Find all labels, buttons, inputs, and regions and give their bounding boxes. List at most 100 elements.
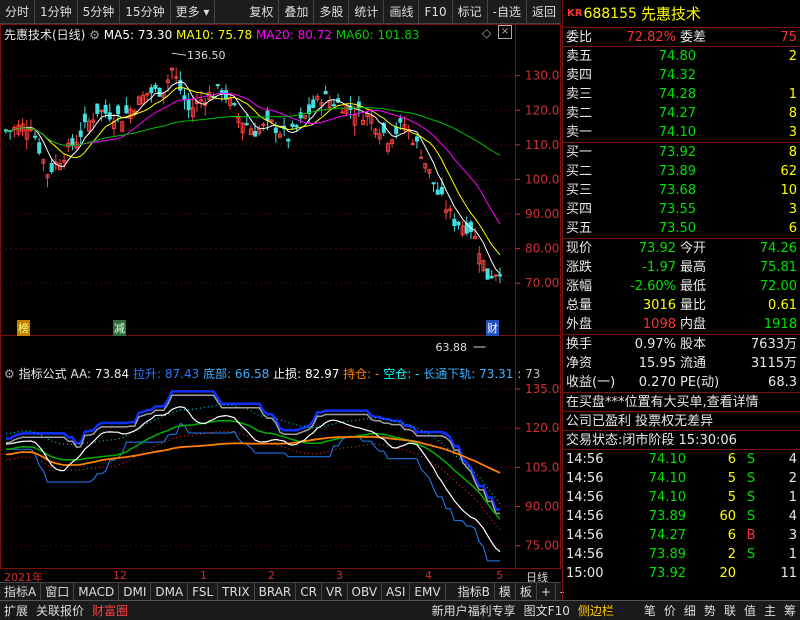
notice-big-order[interactable]: 在买盘***位置有大买单,查看详情 (563, 393, 800, 412)
tab-more[interactable]: 更多 ▾ (171, 0, 216, 24)
f10-button[interactable]: F10 (419, 0, 453, 24)
tab-template[interactable]: 模 (495, 582, 516, 601)
tag-cai[interactable]: 财 (486, 320, 499, 336)
ask-row[interactable]: 卖三 74.28 1 (563, 85, 800, 104)
f10-graphic-button[interactable]: 图文F10 (520, 601, 574, 620)
candle-body (186, 98, 191, 111)
tick-row[interactable]: 14:56 73.89 2 S 1 (563, 545, 800, 564)
ma20-line (5, 92, 501, 225)
statistics-button[interactable]: 统计 (349, 0, 385, 24)
ask-row[interactable]: 卖五 74.80 2 (563, 47, 800, 66)
candle-body (95, 103, 100, 114)
draw-line-button[interactable]: 画线 (384, 0, 420, 24)
adjust-button[interactable]: 复权 (244, 0, 280, 24)
bid-row[interactable]: 买一 73.92 8 (563, 143, 800, 162)
ask-row[interactable]: 卖四 74.32 (563, 66, 800, 85)
overlay-button[interactable]: 叠加 (279, 0, 315, 24)
indicator-toggle-icon[interactable]: ⚙ (4, 367, 15, 381)
bid-row[interactable]: 买三 73.68 10 (563, 181, 800, 200)
candle-body (253, 130, 258, 137)
tab-fsl[interactable]: FSL (188, 582, 219, 601)
indicator-zhisun: 止损: 82.97 (273, 367, 340, 381)
remove-watchlist-button[interactable]: -自选 (488, 0, 527, 24)
ask-label: 卖五 (566, 49, 593, 64)
candle-body (410, 142, 415, 145)
notice-company[interactable]: 公司已盈利 投票权无差异 (563, 412, 800, 431)
candle-body (311, 99, 316, 109)
tab-asi[interactable]: ASI (382, 582, 411, 601)
stat2-value: 7633万 (750, 337, 797, 352)
stock-name: 先惠技术 (640, 5, 701, 23)
candle-body (498, 274, 502, 277)
tick-row[interactable]: 14:56 74.10 5 S 1 (563, 488, 800, 507)
tab-zhi[interactable]: 值 (740, 601, 760, 620)
mark-button[interactable]: 标记 (453, 0, 488, 24)
chart-area[interactable]: 130.0 120.0 110.0 100.0 90.00 80.00 70.00 136.5… (0, 24, 561, 569)
kline-chart-svg[interactable]: 130.0 120.0 110.0 100.0 90.00 80.00 70.00 136.5… (0, 24, 561, 569)
wealth-circle-button[interactable]: 财富圈 (88, 601, 132, 620)
chart-frame (0, 24, 561, 569)
tab-chou[interactable]: 筹 (780, 601, 800, 620)
candle-body (456, 221, 461, 226)
expand-button[interactable]: 扩展 (0, 601, 32, 620)
tick-row[interactable]: 14:56 73.89 60 S 4 (563, 507, 800, 526)
tab-trix[interactable]: TRIX (218, 582, 255, 601)
tick-time: 14:56 (566, 547, 604, 562)
sidebar-button[interactable]: 侧边栏 (574, 601, 618, 620)
multi-stock-button[interactable]: 多股 (314, 0, 350, 24)
tag-bang[interactable]: 榜 (17, 320, 30, 336)
tab-lian[interactable]: 联 (720, 601, 740, 620)
tick-row[interactable]: 14:56 74.10 5 S 2 (563, 469, 800, 488)
tab-cr[interactable]: CR (296, 582, 322, 601)
pane-close-icon[interactable]: × (498, 25, 512, 39)
back-button[interactable]: 返回 (527, 0, 561, 24)
tab-brar[interactable]: BRAR (255, 582, 297, 601)
tab-board[interactable]: 板 (516, 582, 537, 601)
price-tick-label: 70.00 (525, 276, 559, 290)
tick-row[interactable]: 14:56 74.27 6 B 3 (563, 526, 800, 545)
tab-emv[interactable]: EMV (410, 582, 446, 601)
tick-list[interactable]: 14:56 74.10 6 S 4 14:56 74.10 5 S 2 14:56 74.10 5 S 1 1… (563, 450, 800, 583)
related-quote-button[interactable]: 关联报价 (32, 601, 88, 620)
tick-time: 14:56 (566, 509, 604, 524)
tab-obv[interactable]: OBV (348, 582, 383, 601)
tab-15min[interactable]: 15分钟 (120, 0, 171, 24)
candle-body (489, 275, 494, 279)
candle-body (286, 138, 291, 142)
tab-jia[interactable]: 价 (660, 601, 680, 620)
indicator-name[interactable]: 指标公式 (19, 367, 67, 381)
time-label-12: 12 (113, 569, 127, 582)
tab-1min[interactable]: 1分钟 (35, 0, 78, 24)
tick-volume: 60 (719, 509, 736, 524)
tab-shi[interactable]: 势 (700, 601, 720, 620)
candle-body (174, 76, 179, 79)
bid-row[interactable]: 买四 73.55 3 (563, 200, 800, 219)
new-user-benefit-link[interactable]: 新用户福利专享 (428, 601, 520, 620)
ask-row[interactable]: 卖二 74.27 8 (563, 104, 800, 123)
bid-row[interactable]: 买二 73.89 62 (563, 162, 800, 181)
settings-gear-icon[interactable]: ⚙ (89, 28, 100, 42)
tick-row[interactable]: 15:00 73.92 20 11 (563, 564, 800, 583)
tab-dma[interactable]: DMA (151, 582, 189, 601)
tab-xi[interactable]: 细 (680, 601, 700, 620)
bid-row[interactable]: 买五 73.50 6 (563, 219, 800, 238)
tab-vr[interactable]: VR (322, 582, 348, 601)
add-pane-button[interactable]: + (537, 582, 556, 601)
tab-window[interactable]: 窗口 (41, 582, 75, 601)
stat2-value: 68.3 (768, 375, 797, 390)
ask-row[interactable]: 卖一 74.10 3 (563, 123, 800, 142)
bid-volume: 3 (788, 202, 797, 217)
tab-intraday[interactable]: 分时 (0, 0, 36, 24)
diamond-icon[interactable]: ◇ (482, 26, 491, 40)
tab-zhu[interactable]: 主 (760, 601, 780, 620)
high-marker-line (171, 52, 187, 56)
tab-indicator-a[interactable]: 指标A (0, 582, 42, 601)
tab-macd[interactable]: MACD (74, 582, 120, 601)
tab-5min[interactable]: 5分钟 (78, 0, 121, 24)
time-label-1: 1 (200, 569, 207, 582)
tab-dmi[interactable]: DMI (119, 582, 152, 601)
tick-row[interactable]: 14:56 74.10 6 S 4 (563, 450, 800, 469)
tab-bi[interactable]: 笔 (640, 601, 660, 620)
tag-jian[interactable]: 减 (113, 320, 126, 336)
tab-indicator-b[interactable]: 指标B (454, 582, 495, 601)
